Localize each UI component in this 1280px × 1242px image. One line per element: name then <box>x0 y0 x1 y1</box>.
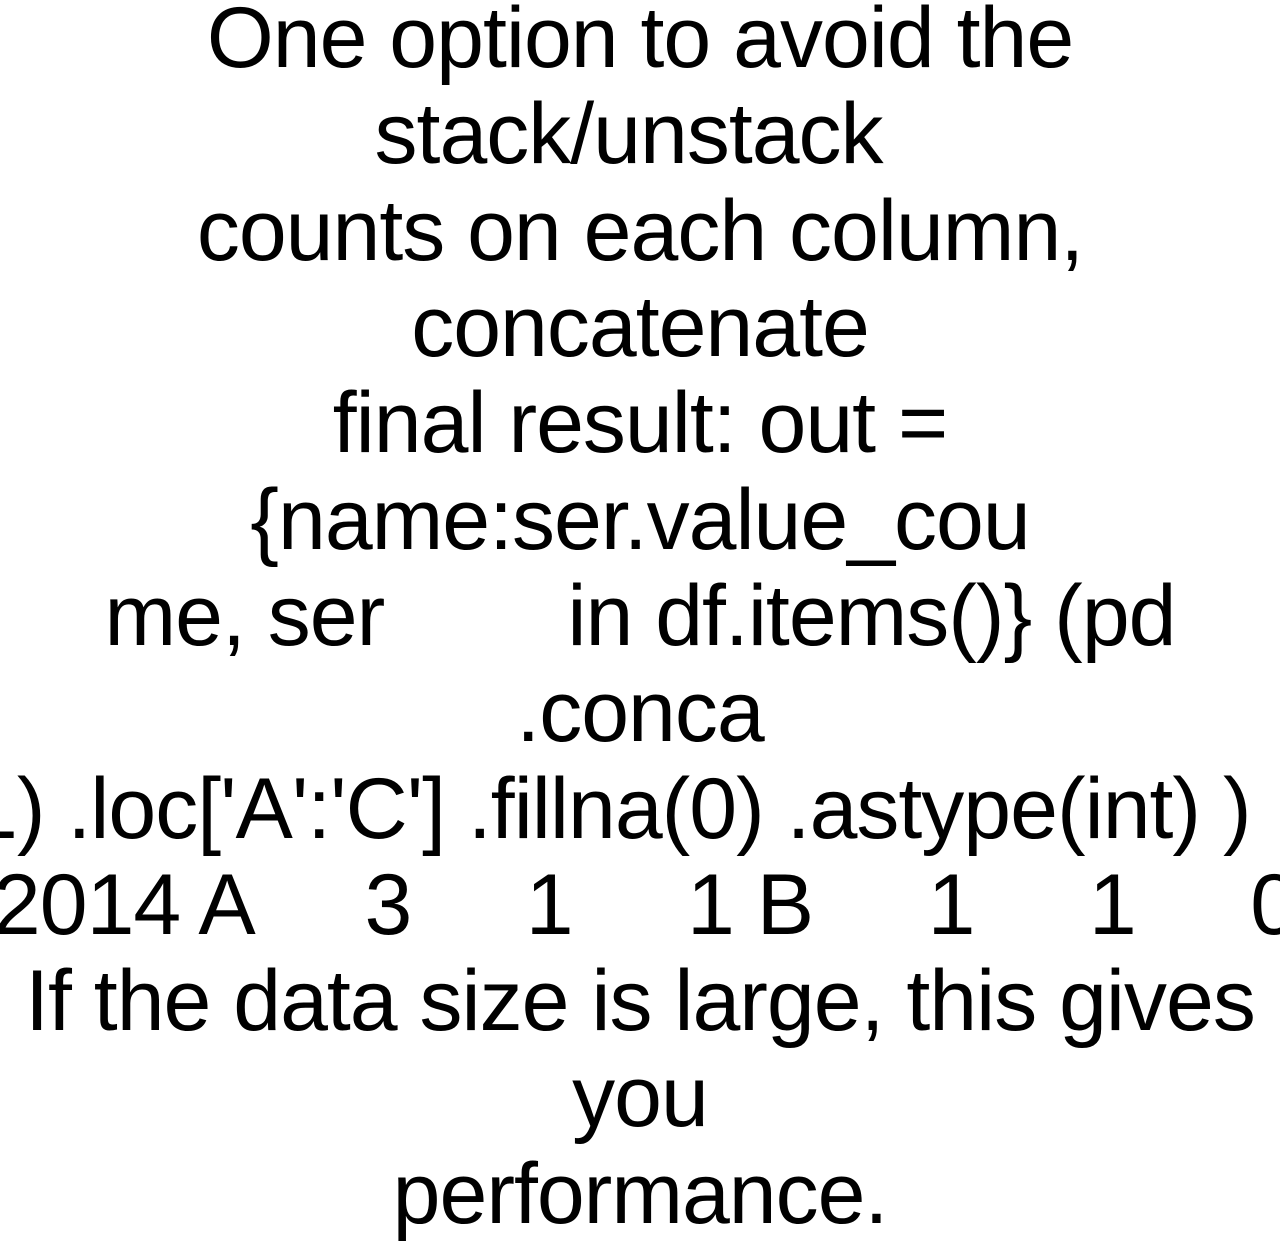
line-8: performance. <box>393 1146 888 1242</box>
line-6: 2014 A 3 1 1 B 1 1 0 <box>0 857 1280 953</box>
line-4: me, ser in df.items()} (pd .conca <box>105 568 1199 760</box>
document-text: One option to avoid the stack/unstack co… <box>0 0 1280 1242</box>
line-5: 1) .loc['A':'C'] .fillna(0) .astype(int)… <box>0 761 1280 857</box>
line-1: One option to avoid the stack/unstack <box>207 0 1096 182</box>
line-7: If the data size is large, this gives yo… <box>25 953 1278 1145</box>
line-2: counts on each column, concatenate <box>197 183 1106 375</box>
line-3: final result: out = {name:ser.value_cou <box>250 375 1029 567</box>
